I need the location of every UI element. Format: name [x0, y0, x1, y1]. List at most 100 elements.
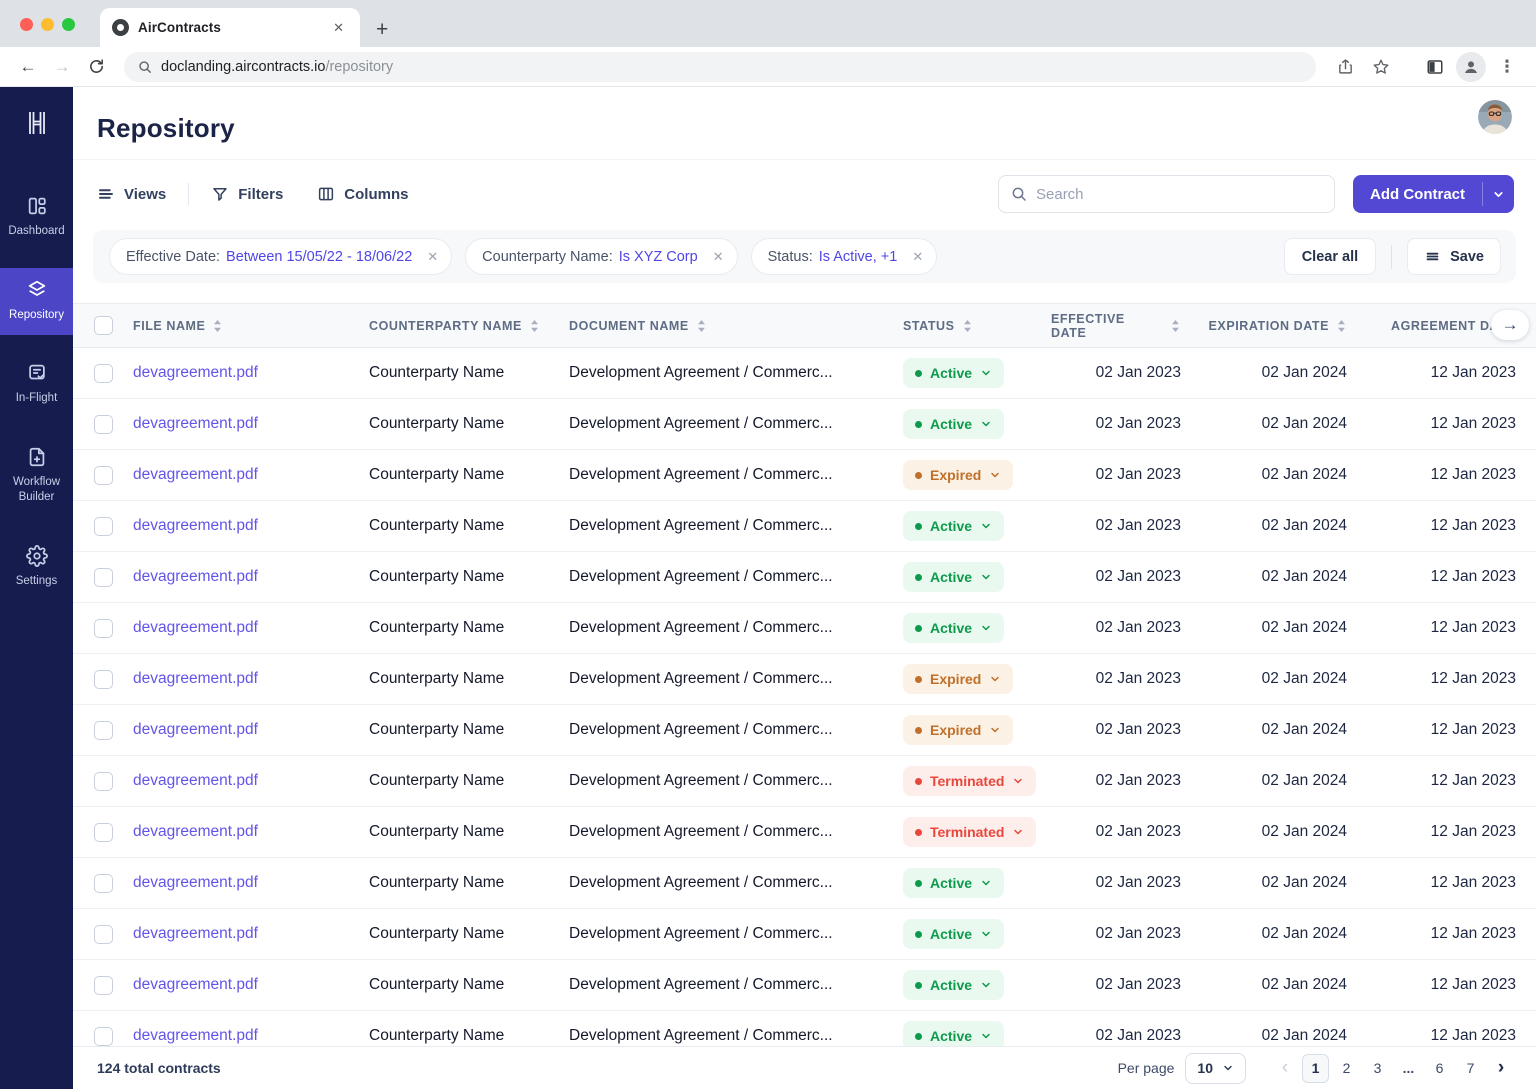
- side-panel-icon[interactable]: [1420, 52, 1450, 82]
- file-name-link[interactable]: devagreement.pdf: [133, 670, 258, 687]
- file-name-link[interactable]: devagreement.pdf: [133, 517, 258, 534]
- file-name-link[interactable]: devagreement.pdf: [133, 466, 258, 483]
- status-badge[interactable]: Expired: [903, 715, 1014, 745]
- table-row: devagreement.pdf Counterparty Name Devel…: [73, 398, 1536, 450]
- counterparty-cell: Counterparty Name: [369, 908, 569, 960]
- file-name-link[interactable]: devagreement.pdf: [133, 415, 258, 432]
- row-checkbox[interactable]: [93, 618, 113, 638]
- column-header-document[interactable]: DOCUMENT NAME: [569, 303, 903, 348]
- views-button[interactable]: Views: [97, 185, 166, 203]
- status-badge[interactable]: Expired: [903, 664, 1014, 694]
- status-badge[interactable]: Active: [903, 511, 1005, 541]
- scroll-right-button[interactable]: →: [1491, 310, 1529, 340]
- file-name-link[interactable]: devagreement.pdf: [133, 568, 258, 585]
- maximize-window-button[interactable]: [62, 18, 75, 31]
- column-header-expiration-date[interactable]: EXPIRATION DATE: [1181, 303, 1347, 348]
- row-checkbox[interactable]: [93, 669, 113, 689]
- close-window-button[interactable]: [20, 18, 33, 31]
- back-icon[interactable]: ←: [14, 53, 42, 81]
- remove-filter-icon[interactable]: ✕: [427, 249, 438, 265]
- save-view-button[interactable]: Save: [1407, 238, 1501, 275]
- search-input[interactable]: [1036, 185, 1322, 203]
- per-page-select[interactable]: 10: [1185, 1052, 1246, 1084]
- status-badge[interactable]: Active: [903, 868, 1005, 898]
- status-badge[interactable]: Terminated: [903, 817, 1037, 847]
- share-icon[interactable]: [1330, 52, 1360, 82]
- row-checkbox[interactable]: [93, 1026, 113, 1046]
- sidebar-item-workflow-builder[interactable]: Workflow Builder: [0, 435, 73, 518]
- file-name-link[interactable]: devagreement.pdf: [133, 874, 258, 891]
- page-button-3[interactable]: 3: [1364, 1054, 1391, 1083]
- column-header-status[interactable]: STATUS: [903, 303, 1051, 348]
- status-badge[interactable]: Terminated: [903, 766, 1037, 796]
- status-badge[interactable]: Active: [903, 970, 1005, 1000]
- column-header-effective-date[interactable]: EFFECTIVE DATE: [1051, 303, 1181, 348]
- row-checkbox[interactable]: [93, 516, 113, 536]
- reload-icon[interactable]: [82, 53, 110, 81]
- minimize-window-button[interactable]: [41, 18, 54, 31]
- select-all-checkbox[interactable]: [93, 316, 113, 335]
- address-bar[interactable]: doclanding.aircontracts.io/repository: [124, 51, 1316, 82]
- row-checkbox[interactable]: [93, 771, 113, 791]
- page-button-6[interactable]: 6: [1426, 1054, 1453, 1083]
- row-checkbox[interactable]: [93, 975, 113, 995]
- add-contract-button[interactable]: Add Contract: [1353, 175, 1514, 213]
- sidebar-item-in-flight[interactable]: In-Flight: [0, 351, 73, 419]
- filter-chip-effective-date[interactable]: Effective Date: Between 15/05/22 - 18/06…: [109, 238, 453, 275]
- next-page-icon[interactable]: ›: [1488, 1054, 1514, 1083]
- add-contract-dropdown[interactable]: [1483, 175, 1514, 213]
- row-checkbox[interactable]: [93, 567, 113, 587]
- forward-icon[interactable]: →: [48, 53, 76, 81]
- filter-chip-counterparty[interactable]: Counterparty Name: Is XYZ Corp ✕: [465, 238, 738, 275]
- filters-button[interactable]: Filters: [211, 185, 283, 203]
- row-checkbox[interactable]: [93, 720, 113, 740]
- app-logo-icon[interactable]: [19, 105, 55, 146]
- bookmark-star-icon[interactable]: [1366, 52, 1396, 82]
- filter-chip-status[interactable]: Status: Is Active, +1 ✕: [750, 238, 938, 275]
- status-badge[interactable]: Active: [903, 1021, 1005, 1046]
- user-avatar[interactable]: [1478, 100, 1512, 134]
- row-checkbox[interactable]: [93, 924, 113, 944]
- row-checkbox[interactable]: [93, 465, 113, 485]
- status-badge[interactable]: Expired: [903, 460, 1014, 490]
- new-tab-button[interactable]: +: [376, 19, 388, 40]
- page-button-2[interactable]: 2: [1333, 1054, 1360, 1083]
- status-badge[interactable]: Active: [903, 919, 1005, 949]
- remove-filter-icon[interactable]: ✕: [912, 249, 923, 265]
- row-checkbox[interactable]: [93, 363, 113, 383]
- sidebar-item-settings[interactable]: Settings: [0, 534, 73, 602]
- status-badge[interactable]: Active: [903, 562, 1005, 592]
- window-controls: [20, 18, 75, 31]
- columns-button[interactable]: Columns: [317, 185, 408, 203]
- file-name-link[interactable]: devagreement.pdf: [133, 976, 258, 993]
- status-badge[interactable]: Active: [903, 613, 1005, 643]
- file-name-link[interactable]: devagreement.pdf: [133, 1027, 258, 1044]
- column-header-file-name[interactable]: FILE NAME: [133, 303, 369, 348]
- browser-tab[interactable]: AirContracts ✕: [100, 8, 360, 47]
- browser-menu-icon[interactable]: ⋮: [1492, 52, 1522, 82]
- sidebar-item-repository[interactable]: Repository: [0, 267, 73, 336]
- counterparty-cell: Counterparty Name: [369, 398, 569, 450]
- row-checkbox[interactable]: [93, 873, 113, 893]
- file-name-link[interactable]: devagreement.pdf: [133, 772, 258, 789]
- table-row: devagreement.pdf Counterparty Name Devel…: [73, 704, 1536, 756]
- close-tab-icon[interactable]: ✕: [329, 18, 348, 38]
- clear-all-button[interactable]: Clear all: [1283, 238, 1377, 275]
- status-badge[interactable]: Active: [903, 409, 1005, 439]
- page-button-7[interactable]: 7: [1457, 1054, 1484, 1083]
- file-name-link[interactable]: devagreement.pdf: [133, 721, 258, 738]
- status-badge[interactable]: Active: [903, 358, 1005, 388]
- file-name-link[interactable]: devagreement.pdf: [133, 364, 258, 381]
- browser-profile-icon[interactable]: [1456, 51, 1486, 82]
- remove-filter-icon[interactable]: ✕: [713, 249, 724, 265]
- row-checkbox[interactable]: [93, 822, 113, 842]
- file-name-link[interactable]: devagreement.pdf: [133, 619, 258, 636]
- sidebar-item-dashboard[interactable]: Dashboard: [0, 184, 73, 252]
- file-name-link[interactable]: devagreement.pdf: [133, 925, 258, 942]
- column-header-counterparty[interactable]: COUNTERPARTY NAME: [369, 303, 569, 348]
- row-checkbox[interactable]: [93, 414, 113, 434]
- chevron-down-icon: [982, 931, 990, 937]
- page-button-1[interactable]: 1: [1302, 1053, 1329, 1083]
- file-name-link[interactable]: devagreement.pdf: [133, 823, 258, 840]
- previous-page-icon[interactable]: ‹: [1272, 1054, 1298, 1083]
